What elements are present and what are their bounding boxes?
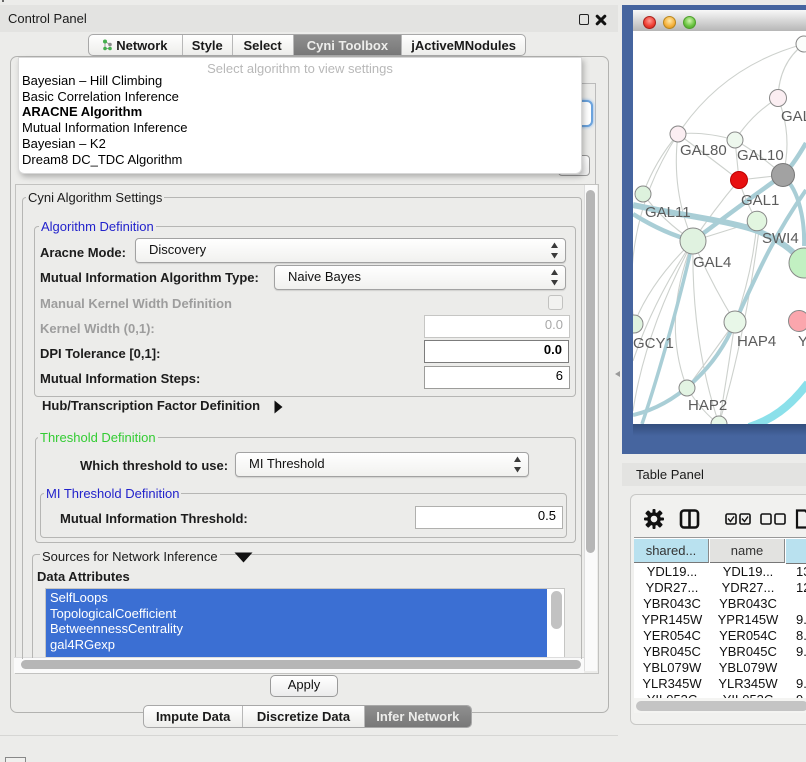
svg-text:GAL10: GAL10 bbox=[737, 147, 784, 164]
svg-text:GAL80: GAL80 bbox=[680, 142, 727, 159]
svg-text:HAP2: HAP2 bbox=[688, 397, 727, 414]
svg-text:GAL1: GAL1 bbox=[741, 192, 779, 209]
svg-text:GAL11: GAL11 bbox=[645, 204, 691, 221]
svg-text:HAP4: HAP4 bbox=[737, 333, 776, 350]
svg-text:GCY1: GCY1 bbox=[633, 335, 674, 352]
svg-text:GAL4: GAL4 bbox=[693, 254, 731, 271]
svg-text:Y: Y bbox=[798, 333, 806, 350]
svg-text:SWI4: SWI4 bbox=[762, 230, 799, 247]
svg-text:GAL2: GAL2 bbox=[781, 108, 806, 125]
